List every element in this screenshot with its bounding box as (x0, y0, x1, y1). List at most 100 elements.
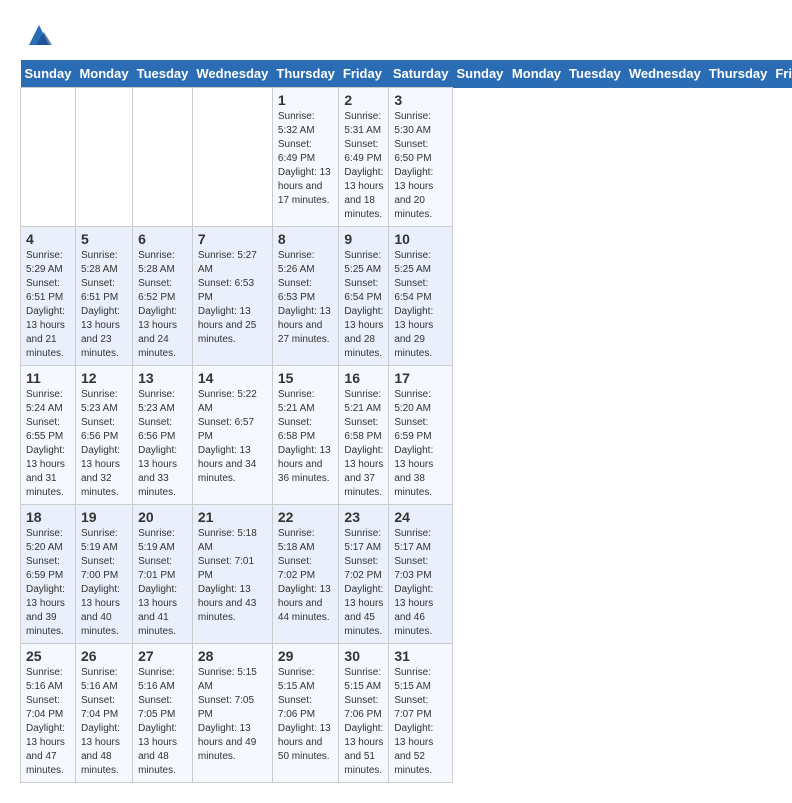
day-number: 8 (278, 231, 334, 247)
day-header-tuesday: Tuesday (133, 60, 193, 88)
page-header (20, 20, 772, 50)
day-number: 15 (278, 370, 334, 386)
day-info: Sunrise: 5:15 AMSunset: 7:05 PMDaylight:… (198, 666, 267, 764)
calendar-week-row: 4Sunrise: 5:29 AMSunset: 6:51 PMDaylight… (21, 227, 792, 366)
calendar-cell: 16Sunrise: 5:21 AMSunset: 6:58 PMDayligh… (339, 366, 389, 505)
calendar-week-row: 18 Sunrise: 5:20 AMSunset: 6:59 PMDayligh… (21, 505, 792, 644)
day-info: Sunrise: 5:29 AMSunset: 6:51 PMDaylight:… (26, 249, 70, 361)
day-header-friday: Friday (771, 60, 792, 88)
logo-icon (24, 20, 54, 50)
day-header-sunday: Sunday (21, 60, 76, 88)
day-header-wednesday: Wednesday (625, 60, 705, 88)
day-number: 2 (344, 92, 383, 108)
calendar-cell: 14 Sunrise: 5:22 AMSunset: 6:57 PMDayligh… (192, 366, 272, 505)
calendar-header-row: SundayMondayTuesdayWednesdayThursdayFrid… (21, 60, 792, 88)
day-info: Sunrise: 5:26 AMSunset: 6:53 PMDaylight:… (278, 249, 334, 347)
day-info: Sunrise: 5:16 AMSunset: 7:05 PMDaylight:… (138, 666, 187, 778)
calendar-cell: 29 Sunrise: 5:15 AMSunset: 7:06 PMDayligh… (272, 644, 339, 783)
day-info: Sunrise: 5:15 AMSunset: 7:07 PMDaylight:… (394, 666, 447, 778)
day-number: 20 (138, 509, 187, 525)
day-info: Sunrise: 5:25 AMSunset: 6:54 PMDaylight:… (344, 249, 383, 361)
calendar-cell: 9 Sunrise: 5:25 AMSunset: 6:54 PMDaylight… (339, 227, 389, 366)
day-info: Sunrise: 5:21 AMSunset: 6:58 PMDaylight:… (344, 388, 383, 500)
day-number: 17 (394, 370, 447, 386)
day-number: 29 (278, 648, 334, 664)
day-info: Sunrise: 5:21 AMSunset: 6:58 PMDaylight:… (278, 388, 334, 486)
day-info: Sunrise: 5:22 AMSunset: 6:57 PMDaylight:… (198, 388, 267, 486)
day-header-monday: Monday (508, 60, 565, 88)
calendar-cell: 6 Sunrise: 5:28 AMSunset: 6:52 PMDaylight… (133, 227, 193, 366)
calendar-cell (75, 88, 132, 227)
calendar-cell: 18 Sunrise: 5:20 AMSunset: 6:59 PMDayligh… (21, 505, 76, 644)
calendar-cell: 10Sunrise: 5:25 AMSunset: 6:54 PMDayligh… (389, 227, 453, 366)
day-number: 24 (394, 509, 447, 525)
calendar-cell (192, 88, 272, 227)
calendar-cell: 20 Sunrise: 5:19 AMSunset: 7:01 PMDayligh… (133, 505, 193, 644)
calendar-cell: 26Sunrise: 5:16 AMSunset: 7:04 PMDayligh… (75, 644, 132, 783)
day-number: 9 (344, 231, 383, 247)
day-number: 21 (198, 509, 267, 525)
day-number: 19 (81, 509, 127, 525)
day-info: Sunrise: 5:27 AMSunset: 6:53 PMDaylight:… (198, 249, 267, 347)
calendar-cell: 3 Sunrise: 5:30 AMSunset: 6:50 PMDaylight… (389, 88, 453, 227)
day-number: 7 (198, 231, 267, 247)
calendar-cell: 28 Sunrise: 5:15 AMSunset: 7:05 PMDayligh… (192, 644, 272, 783)
day-info: Sunrise: 5:18 AMSunset: 7:02 PMDaylight:… (278, 527, 334, 625)
day-info: Sunrise: 5:32 AMSunset: 6:49 PMDaylight:… (278, 110, 334, 208)
day-number: 31 (394, 648, 447, 664)
calendar-week-row: 25 Sunrise: 5:16 AMSunset: 7:04 PMDayligh… (21, 644, 792, 783)
day-info: Sunrise: 5:28 AMSunset: 6:52 PMDaylight:… (138, 249, 187, 361)
calendar-cell: 11 Sunrise: 5:24 AMSunset: 6:55 PMDayligh… (21, 366, 76, 505)
day-number: 30 (344, 648, 383, 664)
calendar-cell: 25Sunrise: 5:16 AMSunset: 7:04 PMDayligh… (21, 644, 76, 783)
calendar-cell: 31 Sunrise: 5:15 AMSunset: 7:07 PMDayligh… (389, 644, 453, 783)
day-info: Sunrise: 5:17 AMSunset: 7:02 PMDaylight:… (344, 527, 383, 639)
day-header-monday: Monday (75, 60, 132, 88)
day-number: 3 (394, 92, 447, 108)
day-number: 28 (198, 648, 267, 664)
day-info: Sunrise: 5:17 AMSunset: 7:03 PMDaylight:… (394, 527, 447, 639)
day-info: Sunrise: 5:15 AMSunset: 7:06 PMDaylight:… (344, 666, 383, 778)
day-header-saturday: Saturday (389, 60, 453, 88)
calendar-cell (21, 88, 76, 227)
day-header-thursday: Thursday (705, 60, 772, 88)
day-info: Sunrise: 5:20 AMSunset: 6:59 PMDaylight:… (26, 527, 70, 639)
day-number: 6 (138, 231, 187, 247)
calendar-cell: 24 Sunrise: 5:17 AMSunset: 7:03 PMDayligh… (389, 505, 453, 644)
day-number: 11 (26, 370, 70, 386)
day-info: Sunrise: 5:24 AMSunset: 6:55 PMDaylight:… (26, 388, 70, 500)
calendar-cell: 27Sunrise: 5:16 AMSunset: 7:05 PMDayligh… (133, 644, 193, 783)
day-number: 14 (198, 370, 267, 386)
calendar-cell: 13Sunrise: 5:23 AMSunset: 6:56 PMDayligh… (133, 366, 193, 505)
day-info: Sunrise: 5:19 AMSunset: 7:01 PMDaylight:… (138, 527, 187, 639)
day-header-thursday: Thursday (272, 60, 339, 88)
calendar-cell: 17Sunrise: 5:20 AMSunset: 6:59 PMDayligh… (389, 366, 453, 505)
calendar-cell: 21Sunrise: 5:18 AMSunset: 7:01 PMDayligh… (192, 505, 272, 644)
calendar-cell: 8 Sunrise: 5:26 AMSunset: 6:53 PMDaylight… (272, 227, 339, 366)
day-header-tuesday: Tuesday (565, 60, 625, 88)
calendar-week-row: 1Sunrise: 5:32 AMSunset: 6:49 PMDaylight… (21, 88, 792, 227)
day-header-friday: Friday (339, 60, 389, 88)
day-header-wednesday: Wednesday (192, 60, 272, 88)
calendar-cell: 1Sunrise: 5:32 AMSunset: 6:49 PMDaylight… (272, 88, 339, 227)
day-number: 25 (26, 648, 70, 664)
calendar-cell: 2 Sunrise: 5:31 AMSunset: 6:49 PMDaylight… (339, 88, 389, 227)
day-number: 12 (81, 370, 127, 386)
day-info: Sunrise: 5:31 AMSunset: 6:49 PMDaylight:… (344, 110, 383, 222)
day-number: 5 (81, 231, 127, 247)
day-info: Sunrise: 5:15 AMSunset: 7:06 PMDaylight:… (278, 666, 334, 764)
calendar-cell: 19 Sunrise: 5:19 AMSunset: 7:00 PMDayligh… (75, 505, 132, 644)
day-number: 13 (138, 370, 187, 386)
calendar-cell: 30 Sunrise: 5:15 AMSunset: 7:06 PMDayligh… (339, 644, 389, 783)
calendar-cell (133, 88, 193, 227)
logo (20, 20, 54, 50)
calendar-cell: 7 Sunrise: 5:27 AMSunset: 6:53 PMDaylight… (192, 227, 272, 366)
calendar-cell: 15 Sunrise: 5:21 AMSunset: 6:58 PMDayligh… (272, 366, 339, 505)
day-info: Sunrise: 5:30 AMSunset: 6:50 PMDaylight:… (394, 110, 447, 222)
day-info: Sunrise: 5:19 AMSunset: 7:00 PMDaylight:… (81, 527, 127, 639)
calendar-cell: 23 Sunrise: 5:17 AMSunset: 7:02 PMDayligh… (339, 505, 389, 644)
day-number: 18 (26, 509, 70, 525)
day-number: 23 (344, 509, 383, 525)
day-info: Sunrise: 5:25 AMSunset: 6:54 PMDaylight:… (394, 249, 447, 361)
day-info: Sunrise: 5:16 AMSunset: 7:04 PMDaylight:… (81, 666, 127, 778)
